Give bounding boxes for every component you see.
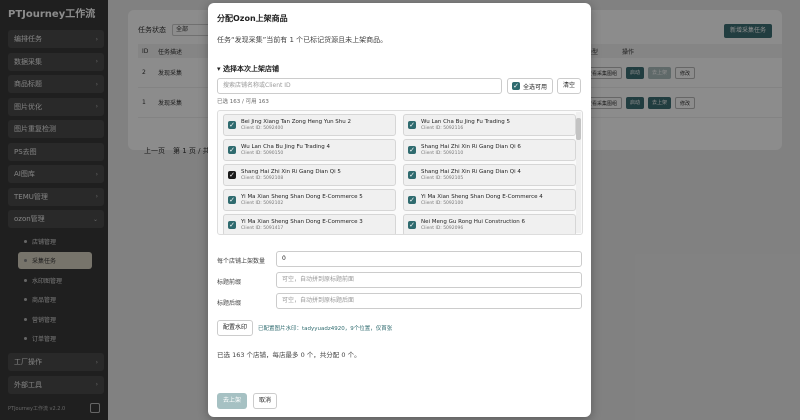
per-store-count-label: 每个店铺上架数量 (217, 258, 266, 265)
store-client-id: Client ID: 5092400 (241, 126, 284, 131)
store-client-id: Client ID: 5092105 (421, 176, 464, 181)
store-name: Yi Ma Xian Sheng Shan Dong E-Commerce 3 (241, 219, 363, 225)
store-item[interactable]: ✓ Nei Meng Gu Rong Hui Construction 6 Clie… (403, 214, 576, 234)
store-name: Yi Ma Xian Sheng Shan Dong E-Commerce 4 (421, 194, 543, 200)
store-name: Nei Meng Gu Rong Hui Construction 6 (421, 219, 525, 225)
store-item[interactable]: ✓ Wu Lan Cha Bu Jing Fu Trading 5 Client I… (403, 114, 576, 136)
store-section-toggle[interactable]: ▾ 选择本次上架店铺 (217, 64, 279, 74)
store-client-id: Client ID: 5092102 (241, 201, 284, 206)
select-all-checkbox[interactable]: ✓ 全选可用 (507, 78, 553, 94)
store-name: Wu Lan Cha Bu Jing Fu Trading 5 (421, 119, 510, 125)
store-client-id: Client ID: 5092108 (241, 176, 284, 181)
watermark-status: 已配置图片水印：tadyyuadz4920，9个位置，仅首张 (258, 326, 393, 332)
publish-confirm-button[interactable]: 去上架 (217, 393, 247, 409)
assign-ozon-modal: 分配Ozon上架商品 任务“发现采集”当前有 1 个已标记货源且未上架商品。 ▾… (208, 3, 591, 417)
checkbox-checked-icon[interactable]: ✓ (228, 221, 236, 229)
store-name: Yi Ma Xian Sheng Shan Dong E-Commerce 5 (241, 194, 363, 200)
store-item[interactable]: ✓ Shang Hai Zhi Xin Ri Gang Dian Qi 5 Clie… (223, 164, 396, 186)
modal-title: 分配Ozon上架商品 (217, 14, 288, 23)
checkbox-checked-icon[interactable]: ✓ (228, 121, 236, 129)
assignment-summary: 已选 163 个店铺，每店最多 0 个，共分配 0 个。 (217, 351, 361, 359)
store-item[interactable]: ✓ Bei Jing Xiang Tan Zong Heng Yun Shu 2C… (223, 114, 396, 136)
checkbox-checked-icon[interactable]: ✓ (228, 196, 236, 204)
store-item[interactable]: ✓ Shang Hai Zhi Xin Ri Gang Dian Qi 6 Clie… (403, 139, 576, 161)
title-prefix-input[interactable]: 可空，自动拼到原标题前面 (276, 272, 582, 288)
store-search-input[interactable]: 搜索店铺名称或Client ID (217, 78, 502, 94)
store-list-scroll-thumb[interactable] (576, 118, 581, 140)
title-suffix-input[interactable]: 可空，自动拼到原标题后面 (276, 293, 582, 309)
store-client-id: Client ID: 5092096 (421, 226, 464, 231)
checkbox-checked-icon[interactable]: ✓ (408, 146, 416, 154)
store-item[interactable]: ✓ Yi Ma Xian Sheng Shan Dong E-Commerce 5… (223, 189, 396, 211)
modal-description: 任务“发现采集”当前有 1 个已标记货源且未上架商品。 (217, 36, 388, 44)
checkbox-checked-icon[interactable]: ✓ (408, 196, 416, 204)
checkbox-checked-icon[interactable]: ✓ (408, 121, 416, 129)
store-name: Bei Jing Xiang Tan Zong Heng Yun Shu 2 (241, 119, 352, 125)
store-name: Wu Lan Cha Bu Jing Fu Trading 4 (241, 144, 330, 150)
store-list: ✓ Bei Jing Xiang Tan Zong Heng Yun Shu 2C… (217, 110, 583, 235)
store-item[interactable]: ✓ Shang Hai Zhi Xin Ri Gang Dian Qi 4 Clie… (403, 164, 576, 186)
store-item[interactable]: ✓ Yi Ma Xian Sheng Shan Dong E-Commerce 3… (223, 214, 396, 234)
store-client-id: Client ID: 5092100 (421, 201, 464, 206)
checkbox-checked-icon[interactable]: ✓ (228, 146, 236, 154)
checkbox-checked-icon[interactable]: ✓ (408, 171, 416, 179)
store-name: Shang Hai Zhi Xin Ri Gang Dian Qi 4 (421, 169, 521, 175)
clear-button[interactable]: 清空 (557, 78, 581, 94)
store-item[interactable]: ✓ Wu Lan Cha Bu Jing Fu Trading 4 Client I… (223, 139, 396, 161)
select-all-label: 全选可用 (523, 83, 548, 91)
per-store-count-input[interactable]: 0 (276, 251, 582, 267)
title-prefix-label: 标题前缀 (217, 279, 242, 286)
store-name: Shang Hai Zhi Xin Ri Gang Dian Qi 5 (241, 169, 341, 175)
store-item[interactable]: ✓ Yi Ma Xian Sheng Shan Dong E-Commerce 4… (403, 189, 576, 211)
checkbox-checked-icon[interactable]: ✓ (408, 221, 416, 229)
store-client-id: Client ID: 5091417 (241, 226, 284, 231)
cancel-button[interactable]: 取消 (253, 393, 277, 409)
store-name: Shang Hai Zhi Xin Ri Gang Dian Qi 6 (421, 144, 521, 150)
title-suffix-label: 标题后缀 (217, 300, 242, 307)
checkbox-checked-icon: ✓ (512, 82, 520, 90)
checkbox-checked-icon[interactable]: ✓ (228, 171, 236, 179)
store-client-id: Client ID: 5092116 (421, 126, 464, 131)
configure-watermark-button[interactable]: 配置水印 (217, 320, 253, 336)
store-client-id: Client ID: 5090150 (241, 151, 284, 156)
store-client-id: Client ID: 5092110 (421, 151, 464, 156)
selection-count: 已选 163 / 可用 163 (217, 99, 269, 105)
